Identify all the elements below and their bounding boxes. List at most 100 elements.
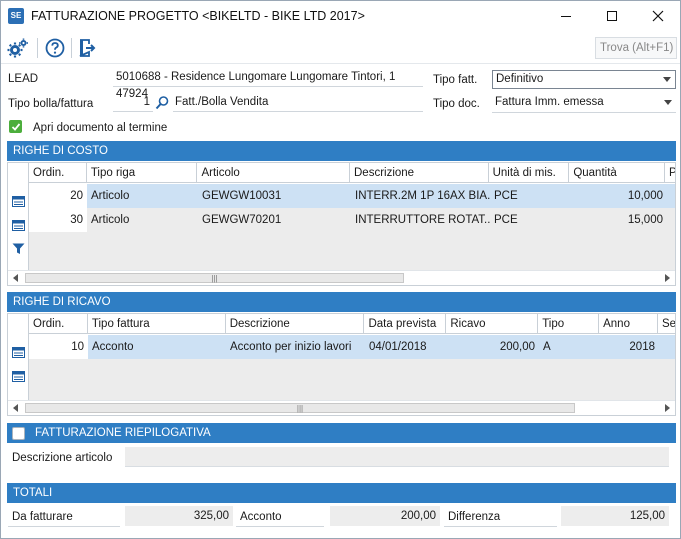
horizontal-scrollbar[interactable]: ||| [8,270,675,285]
scroll-thumb[interactable]: ||| [25,403,575,413]
column-header[interactable]: Articolo [197,163,350,183]
cell-ordin: 30 [29,208,87,232]
exit-button[interactable] [76,37,98,59]
righe-costo-header: RIGHE DI COSTO [7,141,676,161]
toolbar: Trova (Alt+F1) [1,32,680,64]
cell-descrizione: INTERRUTTORE ROTAT.... [355,214,490,226]
column-header[interactable]: Tipo fattura [88,314,226,334]
descrizione-articolo-label: Descrizione articolo [12,452,113,464]
grid-empty-area [29,359,675,400]
minimize-button[interactable] [543,1,589,31]
tipo-doc-select[interactable]: Fattura Imm. emessa [492,94,676,113]
cell-tipo: A [543,341,551,353]
descrizione-articolo-input[interactable] [125,447,669,467]
cell-tipo-riga: Articolo [91,214,130,226]
column-header[interactable]: Tipo [538,314,600,334]
row-detail-icon[interactable] [12,220,25,231]
column-header[interactable]: Ordin. [29,314,88,334]
acconto-label: Acconto [236,507,324,527]
table-row[interactable]: 20 Articolo GEWGW10031 INTERR.2M 1P 16AX… [29,184,675,208]
riepilogativa-header: FATTURAZIONE RIEPILOGATIVA [7,423,676,443]
differenza-value: 125,00 [561,506,669,526]
help-button[interactable] [44,37,66,59]
cell-tipo-riga: Articolo [91,190,130,202]
tipo-bolla-code-field[interactable]: 1 [113,94,153,112]
row-detail-icon[interactable] [12,347,25,358]
chevron-down-icon[interactable] [660,94,676,111]
column-header[interactable]: P [665,163,675,183]
maximize-icon [607,11,617,21]
cell-descrizione: INTERR.2M 1P 16AX BIA... [355,190,490,202]
search-input[interactable]: Trova (Alt+F1) [595,37,677,59]
cell-data-prevista: 04/01/2018 [369,341,427,353]
toolbar-separator [71,38,72,58]
close-icon [652,10,664,22]
column-header[interactable]: Quantità [569,163,666,183]
row-detail-icon[interactable] [12,371,25,382]
exit-icon [79,39,96,57]
lookup-button[interactable] [154,95,170,111]
chevron-down-icon[interactable] [659,71,675,88]
grid-header: Ordin. Tipo fattura Descrizione Data pre… [29,314,675,334]
column-header[interactable]: Unità di mis. [489,163,570,183]
column-header[interactable]: Data prevista [364,314,447,334]
help-icon [45,38,65,58]
column-header[interactable]: Ricavo [446,314,539,334]
cell-tipo-fattura: Acconto [92,341,134,353]
row-detail-icon[interactable] [12,196,25,207]
cell-anno: 2018 [629,341,655,353]
riepilogativa-title: FATTURAZIONE RIEPILOGATIVA [35,427,211,439]
apri-documento-label: Apri documento al termine [33,122,168,134]
lead-field[interactable]: 5010688 - Residence Lungomare Lungomare … [113,69,423,100]
horizontal-scrollbar[interactable]: ||| [8,400,675,415]
cell-quantita: 15,000 [627,214,663,226]
table-row[interactable]: 30 Articolo GEWGW70201 INTERRUTTORE ROTA… [29,208,675,232]
cell-um: PCE [494,190,518,202]
tipo-bolla-label: Tipo bolla/fattura [8,98,94,110]
da-fatturare-value: 325,00 [125,506,233,526]
apri-documento-checkbox[interactable] [9,120,22,133]
table-row[interactable]: 10 Acconto Acconto per inizio lavori 04/… [29,335,675,359]
settings-button[interactable] [7,37,29,59]
tipo-fatt-label: Tipo fatt. [433,74,478,86]
tipo-fatt-value: Definitivo [496,73,544,85]
scroll-left-icon[interactable] [13,404,18,412]
tipo-fatt-select[interactable]: Definitivo [492,70,676,89]
tipo-bolla-desc-field: Fatt./Bolla Vendita [173,94,423,112]
scroll-left-icon[interactable] [13,274,18,282]
window-title: FATTURAZIONE PROGETTO <BIKELTD - BIKE LT… [31,9,365,23]
title-bar: SE FATTURAZIONE PROGETTO <BIKELTD - BIKE… [1,1,680,31]
grid-header: Ordin. Tipo riga Articolo Descrizione Un… [29,163,675,183]
riepilogativa-checkbox[interactable] [12,427,25,440]
scroll-thumb[interactable]: ||| [25,273,404,283]
minimize-icon [561,15,571,17]
column-header[interactable]: Ordin. [29,163,87,183]
maximize-button[interactable] [589,1,635,31]
filter-icon[interactable] [12,243,25,255]
close-button[interactable] [635,1,681,31]
tipo-doc-label: Tipo doc. [433,98,480,110]
tipo-doc-value: Fattura Imm. emessa [495,96,604,108]
check-icon [11,122,20,131]
scroll-right-icon[interactable] [665,274,670,282]
cell-articolo: GEWGW10031 [202,190,282,202]
cell-um: PCE [494,214,518,226]
column-header[interactable]: Anno [599,314,659,334]
app-icon: SE [8,8,24,24]
column-header[interactable]: Se [658,314,675,334]
lead-label: LEAD [8,73,39,85]
cell-quantita: 10,000 [627,190,663,202]
column-header[interactable]: Tipo riga [87,163,198,183]
righe-costo-grid: Ordin. Tipo riga Articolo Descrizione Un… [7,162,676,286]
differenza-label: Differenza [444,507,557,527]
gears-icon [7,38,28,58]
column-header[interactable]: Descrizione [226,314,365,334]
column-header[interactable]: Descrizione [350,163,489,183]
toolbar-separator [37,38,38,58]
righe-ricavo-grid: Ordin. Tipo fattura Descrizione Data pre… [7,313,676,416]
cell-articolo: GEWGW70201 [202,214,282,226]
scroll-right-icon[interactable] [665,404,670,412]
cell-ricavo: 200,00 [499,341,535,353]
righe-ricavo-header: RIGHE DI RICAVO [7,292,676,312]
acconto-value: 200,00 [330,506,440,526]
